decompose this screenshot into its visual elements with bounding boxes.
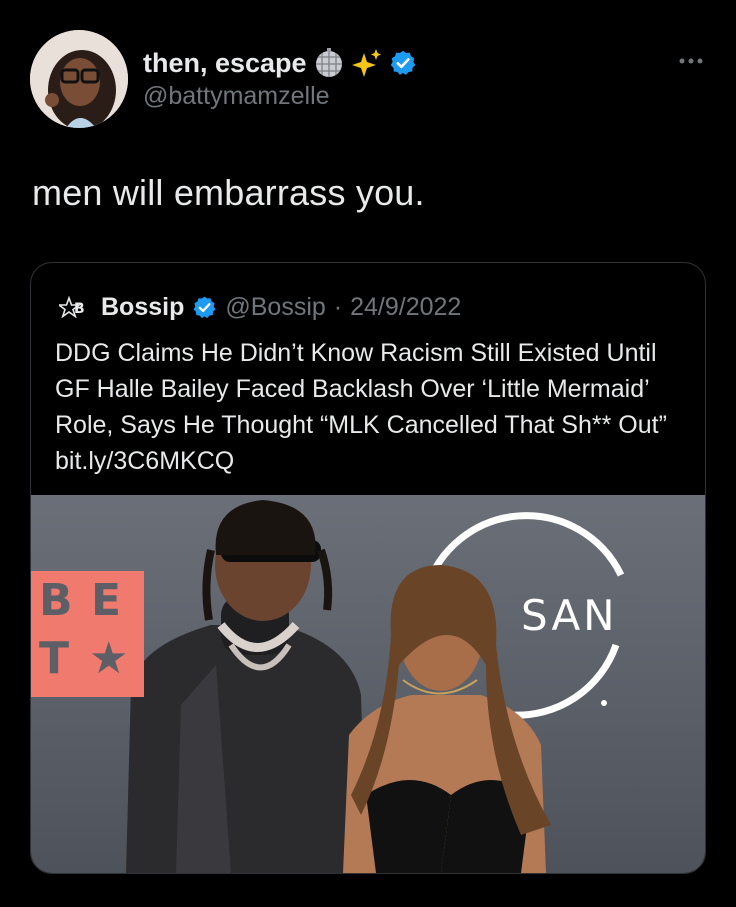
bet-backdrop-logo: B E T ★ <box>31 571 144 697</box>
sparkles-icon <box>351 47 383 79</box>
svg-text:B: B <box>74 301 85 317</box>
quoted-tweet-header: B Bossip @Bossip · 24/9/2022 <box>56 291 461 323</box>
bet-letter: B <box>39 575 73 626</box>
tweet-text: men will embarrass you. <box>32 172 425 213</box>
verified-badge-icon <box>192 295 217 320</box>
bossip-logo-icon[interactable]: B <box>56 295 93 319</box>
avatar-image <box>30 30 128 128</box>
author-avatar[interactable] <box>30 30 128 128</box>
header-separator: · <box>333 292 343 321</box>
more-options-icon[interactable] <box>674 54 708 68</box>
quoted-tweet-date[interactable]: 24/9/2022 <box>350 293 461 322</box>
quoted-author-name[interactable]: Bossip <box>101 293 184 322</box>
verified-badge-icon <box>389 49 417 77</box>
quoted-author-handle[interactable]: @Bossip <box>225 293 325 322</box>
bet-letter: T <box>39 633 70 684</box>
quoted-tweet-card[interactable]: B Bossip @Bossip · 24/9/2022 DDG Claims … <box>30 262 706 874</box>
author-display-name[interactable]: then, escape <box>143 48 307 79</box>
quoted-tweet-image[interactable]: B E T ★ SAN <box>31 495 705 873</box>
star-icon: ★ <box>89 633 129 684</box>
disco-ball-icon <box>313 47 345 79</box>
quoted-tweet-text: DDG Claims He Didn’t Know Racism Still E… <box>55 339 667 475</box>
sponsor-backdrop-logo: SAN <box>521 591 618 640</box>
author-name-row: then, escape <box>143 44 417 82</box>
author-handle[interactable]: @battymamzelle <box>143 82 330 111</box>
bet-letter: E <box>91 575 122 626</box>
